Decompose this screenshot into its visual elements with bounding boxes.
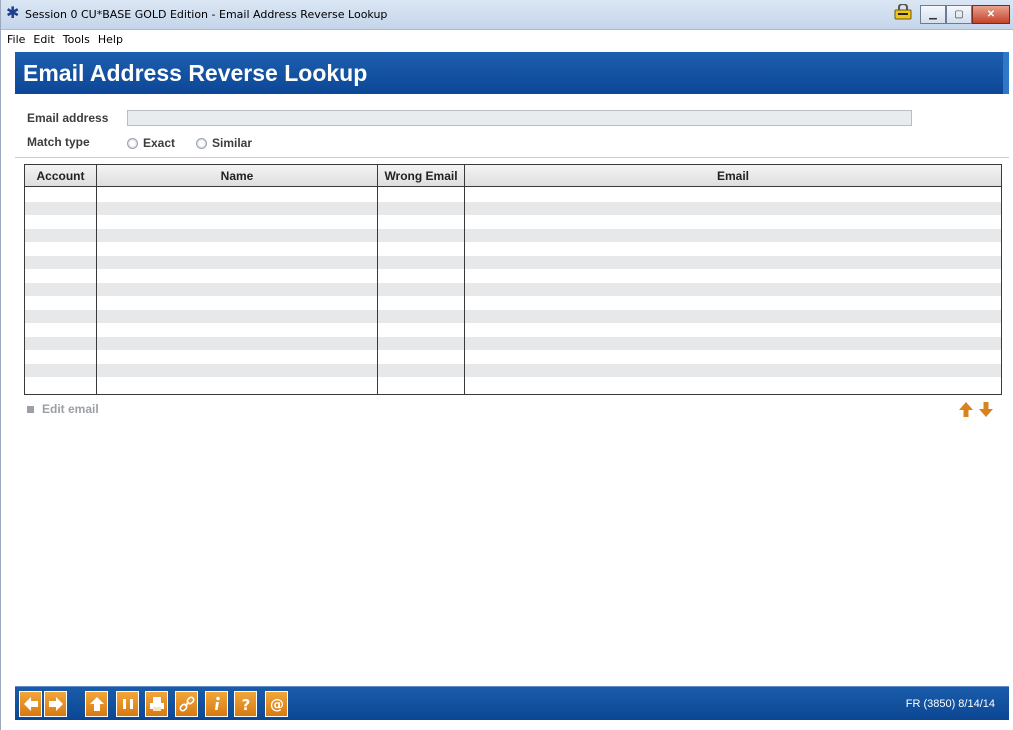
link-icon [178, 696, 195, 712]
pause-icon [122, 699, 133, 709]
menu-file[interactable]: File [7, 33, 25, 46]
table-row[interactable] [25, 364, 1001, 377]
match-similar-radio[interactable]: Similar [196, 136, 252, 150]
svg-text:@: @ [270, 697, 284, 713]
scroll-arrows [958, 401, 994, 418]
table-row[interactable] [25, 283, 1001, 296]
table-row[interactable] [25, 256, 1001, 269]
info-button[interactable] [205, 691, 228, 717]
header-accent-strip [1003, 52, 1009, 94]
edit-email-label: Edit email [42, 402, 99, 416]
form-divider [15, 157, 1009, 158]
pause-button[interactable] [116, 691, 139, 717]
application-window: ✱ Session 0 CU*BASE GOLD Edition - Email… [0, 0, 1013, 730]
table-header: Account Name Wrong Email Email [25, 165, 1001, 187]
forward-button[interactable] [44, 691, 67, 717]
table-row[interactable] [25, 202, 1001, 215]
help-button[interactable]: ? [234, 691, 257, 717]
column-header-email[interactable]: Email [465, 165, 1001, 187]
email-icon: @ [270, 697, 284, 713]
footer-toolbar: ? @ FR (3850) 8/14/14 [15, 686, 1009, 720]
back-arrow-icon [23, 697, 38, 711]
edit-email-action[interactable]: Edit email [27, 402, 99, 416]
scroll-down-arrow-icon[interactable] [978, 401, 994, 418]
app-logo-icon: ✱ [6, 5, 20, 22]
menu-edit[interactable]: Edit [33, 33, 54, 46]
table-row[interactable] [25, 337, 1001, 350]
match-similar-label: Similar [212, 136, 253, 150]
forward-arrow-icon [48, 697, 63, 711]
info-icon [214, 696, 220, 710]
up-arrow-icon [89, 697, 104, 711]
bullet-square-icon [27, 405, 34, 413]
window-controls: ▁ ▢ ✕ [920, 5, 1010, 24]
menu-bar: File Edit Tools Help [1, 30, 1013, 48]
menu-help[interactable]: Help [98, 33, 123, 46]
email-button[interactable]: @ [265, 691, 288, 717]
svg-text:?: ? [241, 696, 250, 713]
window-title: Session 0 CU*BASE GOLD Edition - Email A… [25, 8, 388, 21]
table-row[interactable] [25, 229, 1001, 242]
close-button[interactable]: ✕ [972, 5, 1010, 24]
print-button[interactable] [145, 691, 168, 717]
column-header-wrong-email[interactable]: Wrong Email [378, 165, 464, 187]
column-header-account[interactable]: Account [25, 165, 96, 187]
link-button[interactable] [175, 691, 198, 717]
scroll-up-arrow-icon[interactable] [958, 401, 974, 418]
match-exact-label: Exact [143, 136, 176, 150]
radio-circle-icon [127, 137, 138, 149]
help-icon: ? [241, 696, 250, 713]
column-divider [377, 165, 378, 394]
status-text: FR (3850) 8/14/14 [905, 698, 995, 710]
email-address-label: Email address [27, 111, 109, 125]
email-address-input[interactable] [127, 110, 912, 126]
minimize-button[interactable]: ▁ [920, 5, 946, 24]
table-row[interactable] [25, 310, 1001, 323]
print-icon [149, 697, 164, 711]
up-button[interactable] [85, 691, 108, 717]
results-table[interactable]: Account Name Wrong Email Email [24, 164, 1002, 395]
match-exact-radio[interactable]: Exact [127, 136, 175, 150]
title-bar: ✱ Session 0 CU*BASE GOLD Edition - Email… [1, 0, 1013, 30]
radio-circle-icon [196, 137, 207, 149]
column-divider [464, 165, 465, 394]
maximize-button[interactable]: ▢ [946, 5, 972, 24]
match-type-label: Match type [27, 135, 90, 149]
lock-icon [894, 4, 912, 20]
page-title: Email Address Reverse Lookup [23, 60, 368, 86]
back-button[interactable] [19, 691, 42, 717]
column-divider [96, 165, 97, 394]
menu-tools[interactable]: Tools [63, 33, 90, 46]
column-header-name[interactable]: Name [97, 165, 377, 187]
page-header: Email Address Reverse Lookup [15, 52, 1009, 94]
